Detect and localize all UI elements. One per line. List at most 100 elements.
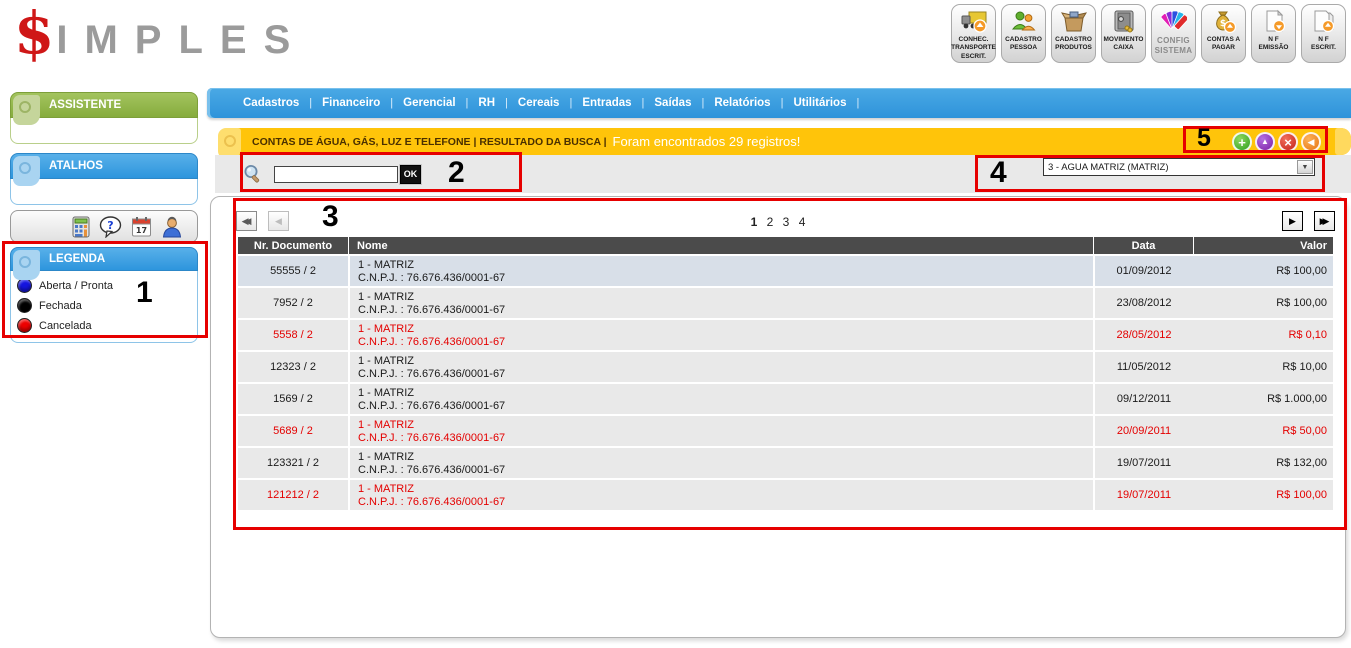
app-logo: $ IMPLES: [14, 4, 307, 62]
main-menubar: Cadastros| Financeiro| Gerencial| RH| Ce…: [207, 88, 1351, 118]
toolbar-button-label: MOVIMENTO CAIXA: [1104, 36, 1144, 53]
up-button[interactable]: ▲: [1255, 132, 1275, 152]
menu-item-relatorios[interactable]: Relatórios: [708, 97, 776, 109]
legend-item-fechada: Fechada: [17, 298, 188, 313]
menu-separator: |: [777, 97, 788, 109]
status-bar-title: CONTAS DE ÁGUA, GÁS, LUZ E TELEFONE | RE…: [252, 136, 607, 148]
search-icon: [243, 164, 262, 184]
table-row[interactable]: 5558 / 2 1 - MATRIZC.N.P.J. : 76.676.436…: [238, 318, 1333, 350]
account-filter-select[interactable]: 3 - AGUA MATRIZ (MATRIZ) ▼: [1043, 158, 1315, 176]
toolbar-button-cadastro-produtos[interactable]: CADASTRO PRODUTOS: [1051, 4, 1096, 63]
cell-nome-line1: 1 - MATRIZ: [358, 355, 1093, 367]
table-row[interactable]: 7952 / 2 1 - MATRIZC.N.P.J. : 76.676.436…: [238, 286, 1333, 318]
atalhos-panel-title: ATALHOS: [49, 160, 103, 172]
cell-data: 19/07/2011: [1093, 480, 1193, 510]
sidebar-tools-bar: ? 17: [10, 210, 198, 243]
add-button[interactable]: +: [1232, 132, 1252, 152]
menu-separator: |: [462, 97, 473, 109]
legend-panel-title: LEGENDA: [49, 253, 105, 265]
legend-item-aberta: Aberta / Pronta: [17, 278, 188, 293]
table-row[interactable]: 123321 / 2 1 - MATRIZC.N.P.J. : 76.676.4…: [238, 446, 1333, 478]
truck-escrit-icon: [960, 8, 988, 35]
toolbar-button-cadastro-pessoa[interactable]: CADASTRO PESSOA: [1001, 4, 1046, 63]
toolbar-button-conhec-transporte[interactable]: CONHEC. TRANSPORTE ESCRIT.: [951, 4, 996, 63]
column-header-data: Data: [1093, 237, 1193, 254]
pagination-next-button[interactable]: ▶: [1282, 211, 1303, 231]
legend-item-label: Fechada: [39, 300, 82, 312]
atalhos-panel-header[interactable]: ATALHOS: [10, 153, 198, 179]
cell-doc: 121212 / 2: [238, 480, 348, 510]
menu-item-gerencial[interactable]: Gerencial: [397, 97, 461, 109]
moneybag-icon: $: [1211, 8, 1237, 35]
toolbar-button-label: CADASTRO PESSOA: [1005, 36, 1042, 53]
cell-nome: 1 - MATRIZC.N.P.J. : 76.676.436/0001-67: [348, 448, 1093, 478]
search-input[interactable]: [274, 166, 398, 183]
cell-nome-line1: 1 - MATRIZ: [358, 451, 1093, 463]
assistente-panel-header[interactable]: ASSISTENTE: [10, 92, 198, 118]
menu-item-saidas[interactable]: Saídas: [648, 97, 697, 109]
atalhos-panel-body: [10, 179, 198, 205]
page-number-1[interactable]: 1: [751, 215, 758, 229]
user-icon[interactable]: [161, 216, 183, 238]
toolbar-button-movimento-caixa[interactable]: MOVIMENTO CAIXA: [1101, 4, 1146, 63]
table-row[interactable]: 121212 / 2 1 - MATRIZC.N.P.J. : 76.676.4…: [238, 478, 1333, 510]
cell-doc: 123321 / 2: [238, 448, 348, 478]
menu-item-entradas[interactable]: Entradas: [576, 97, 637, 109]
legend-dot-red: [17, 318, 32, 333]
menu-separator: |: [565, 97, 576, 109]
search-ok-button[interactable]: OK: [400, 165, 421, 184]
menu-item-cereais[interactable]: Cereais: [512, 97, 566, 109]
calculator-icon[interactable]: [72, 216, 90, 238]
cell-nome-line2: C.N.P.J. : 76.676.436/0001-67: [358, 272, 1093, 284]
pagination-last-button[interactable]: ▶▶: [1314, 211, 1335, 231]
quick-access-toolbar: CONHEC. TRANSPORTE ESCRIT. CADASTRO PESS…: [951, 4, 1346, 63]
cell-nome-line1: 1 - MATRIZ: [358, 483, 1093, 495]
calendar-icon[interactable]: 17: [131, 216, 152, 238]
status-action-buttons: + ▲ × ◀: [1232, 132, 1321, 152]
cell-nome-line1: 1 - MATRIZ: [358, 291, 1093, 303]
cell-valor: R$ 132,00: [1193, 448, 1333, 478]
toolbar-button-label: CONFIG SISTEMA: [1155, 36, 1193, 57]
products-box-icon: [1061, 8, 1087, 35]
menu-item-utilitarios[interactable]: Utilitários: [787, 97, 852, 109]
cell-nome-line2: C.N.P.J. : 76.676.436/0001-67: [358, 304, 1093, 316]
cell-nome-line1: 1 - MATRIZ: [358, 323, 1093, 335]
page-number-2[interactable]: 2: [767, 215, 774, 229]
nf-escrit-icon: [1311, 8, 1337, 35]
cell-doc: 55555 / 2: [238, 256, 348, 286]
results-panel: ◀◀ ◀ 1 2 3 4 ▶ ▶▶ Nr. Documento Nome Dat…: [210, 196, 1346, 638]
toolbar-button-contas-a-pagar[interactable]: $ CONTAS A PAGAR: [1201, 4, 1246, 63]
menu-item-cadastros[interactable]: Cadastros: [237, 97, 305, 109]
menu-item-financeiro[interactable]: Financeiro: [316, 97, 386, 109]
back-button[interactable]: ◀: [1301, 132, 1321, 152]
cell-data: 28/05/2012: [1093, 320, 1193, 350]
menu-item-rh[interactable]: RH: [472, 97, 501, 109]
cell-nome-line1: 1 - MATRIZ: [358, 259, 1093, 271]
toolbar-button-label: CONTAS A PAGAR: [1207, 36, 1240, 53]
page-number-3[interactable]: 3: [783, 215, 790, 229]
cell-data: 19/07/2011: [1093, 448, 1193, 478]
close-button[interactable]: ×: [1278, 132, 1298, 152]
page-number-4[interactable]: 4: [799, 215, 806, 229]
cell-data: 11/05/2012: [1093, 352, 1193, 382]
toolbar-button-nf-escrit[interactable]: N F ESCRIT.: [1301, 4, 1346, 63]
cell-valor: R$ 0,10: [1193, 320, 1333, 350]
table-row[interactable]: 55555 / 2 1 - MATRIZC.N.P.J. : 76.676.43…: [238, 254, 1333, 286]
cell-nome-line1: 1 - MATRIZ: [358, 387, 1093, 399]
toolbar-button-nf-emissao[interactable]: N F EMISSÃO: [1251, 4, 1296, 63]
cell-doc: 5689 / 2: [238, 416, 348, 446]
cell-nome-line2: C.N.P.J. : 76.676.436/0001-67: [358, 400, 1093, 412]
toolbar-button-config-sistema[interactable]: CONFIG SISTEMA: [1151, 4, 1196, 63]
table-row[interactable]: 1569 / 2 1 - MATRIZC.N.P.J. : 76.676.436…: [238, 382, 1333, 414]
legend-panel: LEGENDA Aberta / Pronta Fechada Cancelad…: [10, 247, 198, 343]
cell-valor: R$ 100,00: [1193, 288, 1333, 318]
cash-safe-icon: [1112, 8, 1136, 35]
status-bar-right-cap: [1335, 128, 1351, 155]
legend-item-cancelada: Cancelada: [17, 318, 188, 333]
table-row[interactable]: 12323 / 2 1 - MATRIZC.N.P.J. : 76.676.43…: [238, 350, 1333, 382]
table-row[interactable]: 5689 / 2 1 - MATRIZC.N.P.J. : 76.676.436…: [238, 414, 1333, 446]
toolbar-button-label: N F EMISSÃO: [1259, 36, 1289, 53]
legend-dot-black: [17, 298, 32, 313]
help-icon[interactable]: ?: [99, 216, 122, 238]
chevron-down-icon[interactable]: ▼: [1297, 160, 1313, 174]
